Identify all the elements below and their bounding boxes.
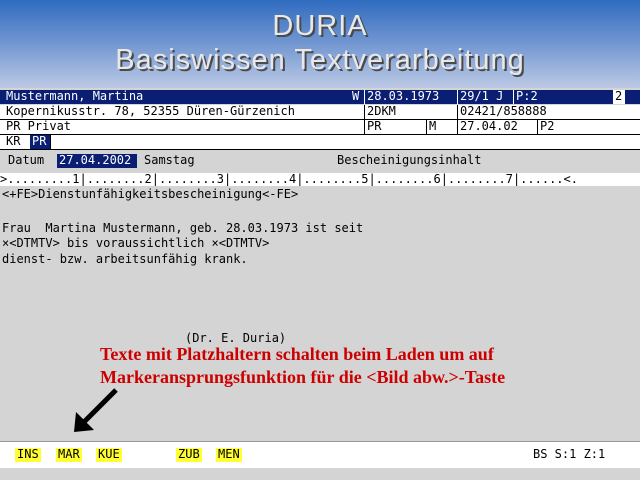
patient-number: 2 xyxy=(613,90,625,104)
insurance-m: M xyxy=(426,120,457,134)
function-key-bar: INS MAR KUE ZUB MEN BS S:1 Z:1 xyxy=(0,441,640,468)
date-row: Datum 27.04.2002 Samstag Bescheinigungsi… xyxy=(0,154,640,168)
ins-key[interactable]: INS xyxy=(15,448,41,462)
kr-value[interactable]: PR xyxy=(30,135,50,149)
kue-key[interactable]: KUE xyxy=(96,448,122,462)
kr-label: KR xyxy=(6,134,21,148)
mar-key[interactable]: MAR xyxy=(56,448,82,462)
kr-blank xyxy=(50,135,190,149)
kr-row: KR PR xyxy=(0,135,640,150)
app-title: DURIA xyxy=(272,10,368,42)
arrow-icon xyxy=(74,388,118,432)
text-line-2[interactable]: ×<DTMTV> bis voraussichtlich ×<DTMTV> xyxy=(2,237,269,250)
weekday: Samstag xyxy=(144,153,195,167)
terminal-screen: Mustermann, Martina W 28.03.1973 29/1 J … xyxy=(0,88,640,480)
patient-id: 29/1 J xyxy=(457,90,513,104)
app-subtitle: Basiswissen Textverarbeitung xyxy=(115,44,525,76)
title-banner: DURIA Basiswissen Textverarbeitung xyxy=(0,0,640,88)
section-title: Bescheinigungsinhalt xyxy=(337,153,482,167)
patient-insurance: PR Privat xyxy=(6,119,72,133)
patient-code: 2DKM xyxy=(364,105,457,119)
men-key[interactable]: MEN xyxy=(216,448,242,462)
annotation-line-2: Markeranspr­ungsfunktion für die <Bild a… xyxy=(100,367,506,387)
patient-p: P:2 xyxy=(513,90,613,104)
text-line-1[interactable]: Frau Martina Mustermann, geb. 28.03.1973… xyxy=(2,222,363,235)
patient-sex: W xyxy=(352,89,360,103)
insurance-row: PR Privat PR M 27.04.02 P2 xyxy=(0,120,640,135)
date-label: Datum xyxy=(8,153,45,167)
insurance-date: 27.04.02 xyxy=(457,120,537,134)
patient-name[interactable]: Mustermann, Martina xyxy=(4,90,344,104)
patient-dob: 28.03.1973 xyxy=(364,90,456,104)
annotation-line-1: Texte mit Platzhaltern schalten beim Lad… xyxy=(100,344,494,364)
patient-address: Kopernikusstr. 78, 52355 Düren-Gürzenich xyxy=(6,104,295,118)
form-header-line[interactable]: <+FE>Dienstunfähigkeitsbescheinigung<-FE… xyxy=(2,188,298,201)
ruler: >.........1|........2|........3|........… xyxy=(0,173,640,186)
address-row: Kopernikusstr. 78, 52355 Düren-Gürzenich… xyxy=(0,105,640,120)
patient-phone: 02421/858888 xyxy=(457,105,640,119)
insurance-short: PR xyxy=(364,120,426,134)
cursor-status: BS S:1 Z:1 xyxy=(533,447,606,461)
insurance-p2: P2 xyxy=(537,120,640,134)
date-input[interactable]: 27.04.2002 xyxy=(57,154,137,168)
patient-header-row: Mustermann, Martina W 28.03.1973 29/1 J … xyxy=(0,90,640,104)
text-line-3[interactable]: dienst- bzw. arbeitsunfähig krank. xyxy=(2,253,248,266)
zub-key[interactable]: ZUB xyxy=(176,448,202,462)
